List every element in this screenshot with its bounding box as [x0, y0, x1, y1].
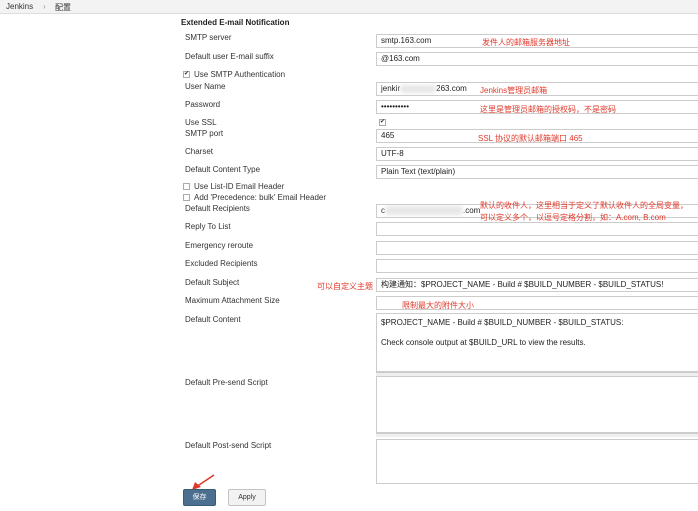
excluded-recipients-input[interactable]	[376, 259, 698, 273]
apply-button[interactable]: Apply	[228, 489, 266, 506]
list-id-header-checkbox[interactable]	[183, 183, 190, 190]
max-attachment-label: Maximum Attachment Size	[185, 296, 280, 305]
emergency-reroute-label: Emergency reroute	[185, 241, 254, 250]
user-name-annotation: Jenkins管理员邮箱	[480, 86, 548, 95]
reply-to-label: Reply To List	[185, 222, 231, 231]
breadcrumb-separator: ›	[43, 2, 46, 11]
default-subject-input[interactable]: 构建通知：$PROJECT_NAME - Build # $BUILD_NUMB…	[376, 278, 698, 292]
use-ssl-checkbox[interactable]: ✔	[379, 119, 386, 126]
postsend-script-textarea[interactable]	[376, 439, 698, 484]
user-name-value-start: jenkir	[381, 84, 401, 93]
reply-to-input[interactable]	[376, 222, 698, 236]
max-attachment-annotation: 限制最大的附件大小	[402, 301, 474, 310]
use-ssl-label: Use SSL	[185, 118, 217, 127]
smtp-server-annotation: 发件人的邮箱服务器地址	[482, 38, 570, 47]
content-type-label: Default Content Type	[185, 165, 261, 174]
textarea-resize-handle[interactable]	[376, 433, 698, 437]
default-content-textarea[interactable]: $PROJECT_NAME - Build # $BUILD_NUMBER - …	[376, 313, 698, 372]
list-id-header-label: Use List-ID Email Header	[194, 182, 285, 191]
charset-label: Charset	[185, 147, 214, 156]
email-suffix-label: Default user E-mail suffix	[185, 52, 274, 61]
use-smtp-auth-label: Use SMTP Authentication	[194, 70, 286, 79]
recipients-value-end: .com	[463, 206, 481, 215]
breadcrumb-jenkins[interactable]: Jenkins	[6, 2, 33, 11]
password-annotation: 这里是管理员邮箱的授权码，不是密码	[480, 105, 616, 114]
content-type-select[interactable]: Plain Text (text/plain)	[376, 165, 698, 179]
smtp-port-label: SMTP port	[185, 129, 224, 138]
charset-input[interactable]: UTF-8	[376, 147, 698, 161]
breadcrumb-config[interactable]: 配置	[55, 2, 71, 13]
presend-script-textarea[interactable]	[376, 376, 698, 433]
default-content-label: Default Content	[185, 315, 241, 324]
subject-annotation: 可以自定义主题	[317, 282, 373, 291]
email-suffix-input[interactable]: @163.com	[376, 52, 698, 66]
precedence-header-label: Add 'Precedence: bulk' Email Header	[194, 193, 327, 202]
precedence-header-checkbox[interactable]	[183, 194, 190, 201]
smtp-port-annotation: SSL 协议的默认邮箱端口 465	[478, 134, 583, 143]
use-smtp-auth-checkbox[interactable]: ✔	[183, 71, 190, 78]
user-name-label: User Name	[185, 82, 226, 91]
breadcrumb: Jenkins › 配置	[0, 0, 698, 14]
smtp-server-label: SMTP server	[185, 33, 232, 42]
recipients-label: Default Recipients	[185, 204, 250, 213]
excluded-recipients-label: Excluded Recipients	[185, 259, 258, 268]
user-name-value-end: 263.com	[436, 84, 467, 93]
redacted-blur	[385, 206, 463, 216]
redacted-blur	[400, 84, 437, 93]
password-label: Password	[185, 100, 221, 109]
section-title: Extended E-mail Notification	[181, 18, 290, 27]
recipients-annotation-line1: 默认的收件人，这里相当于定义了默认收件人的全局变量，	[480, 201, 688, 210]
save-button[interactable]: 保存	[183, 489, 216, 506]
presend-script-label: Default Pre-send Script	[185, 378, 268, 387]
emergency-reroute-input[interactable]	[376, 241, 698, 255]
default-subject-label: Default Subject	[185, 278, 240, 287]
postsend-script-label: Default Post-send Script	[185, 441, 272, 450]
